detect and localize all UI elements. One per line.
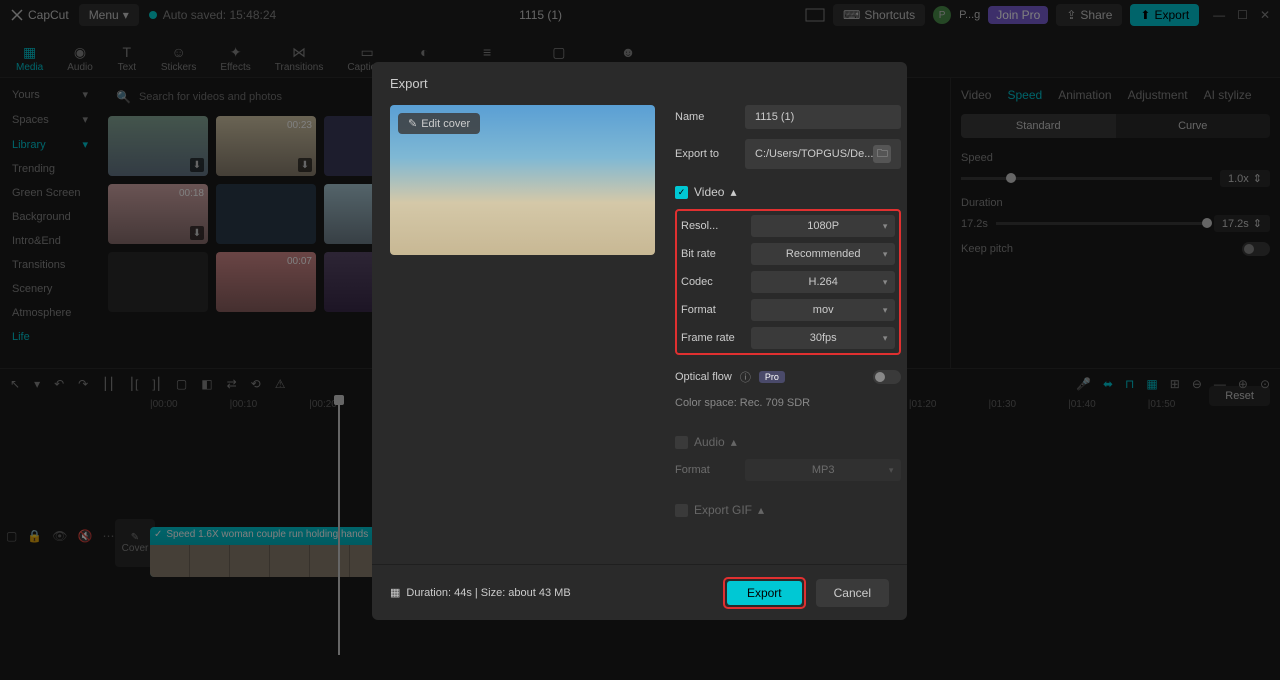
gif-checkbox[interactable] — [675, 504, 688, 517]
name-label: Name — [675, 111, 735, 123]
duration-info: ▦Duration: 44s | Size: about 43 MB — [390, 586, 571, 599]
info-icon[interactable]: ⓘ — [740, 369, 751, 385]
audio-checkbox[interactable] — [675, 436, 688, 449]
chevron-down-icon: ▾ — [883, 249, 888, 260]
chevron-up-icon: ▴ — [730, 185, 736, 199]
export-confirm-button[interactable]: Export — [727, 581, 802, 605]
video-settings-highlight: Resol... 1080P▾ Bit rate Recommended▾ Code… — [675, 209, 901, 355]
framerate-select[interactable]: 30fps▾ — [751, 327, 895, 349]
video-checkbox[interactable]: ✓ — [675, 186, 688, 199]
resolution-label: Resol... — [681, 220, 741, 232]
format-select[interactable]: mov▾ — [751, 299, 895, 321]
export-modal: Export ✎Edit cover Name 1115 (1) Export t… — [372, 62, 907, 620]
name-input[interactable]: 1115 (1) — [745, 105, 901, 129]
exportto-label: Export to — [675, 148, 735, 160]
codec-select[interactable]: H.264▾ — [751, 271, 895, 293]
chevron-down-icon: ▾ — [883, 277, 888, 288]
format-label: Format — [681, 304, 741, 316]
export-confirm-highlight: Export — [723, 577, 806, 609]
bitrate-select[interactable]: Recommended▾ — [751, 243, 895, 265]
chevron-up-icon: ▴ — [758, 503, 764, 517]
codec-label: Codec — [681, 276, 741, 288]
chevron-down-icon: ▾ — [883, 305, 888, 316]
opticalflow-toggle[interactable] — [873, 370, 901, 384]
pencil-icon: ✎ — [408, 117, 417, 130]
folder-icon[interactable]: 🗀 — [873, 145, 891, 163]
chevron-down-icon: ▾ — [883, 333, 888, 344]
bitrate-label: Bit rate — [681, 248, 741, 260]
resolution-select[interactable]: 1080P▾ — [751, 215, 895, 237]
chevron-down-icon: ▾ — [889, 465, 894, 476]
chevron-up-icon: ▴ — [731, 435, 737, 449]
video-section-header[interactable]: ✓Video▴ — [675, 185, 901, 199]
edit-cover-button[interactable]: ✎Edit cover — [398, 113, 480, 134]
pro-badge: Pro — [759, 371, 785, 383]
audio-format-label: Format — [675, 464, 735, 476]
modal-title: Export — [372, 62, 907, 105]
colorspace-text: Color space: Rec. 709 SDR — [675, 397, 901, 409]
cancel-button[interactable]: Cancel — [816, 579, 889, 607]
cover-preview: ✎Edit cover — [390, 105, 655, 255]
chevron-down-icon: ▾ — [883, 221, 888, 232]
gif-section-header[interactable]: Export GIF▴ — [675, 503, 901, 517]
film-icon: ▦ — [390, 586, 400, 599]
framerate-label: Frame rate — [681, 332, 741, 344]
audio-format-select: MP3▾ — [745, 459, 901, 481]
opticalflow-label: Optical flow — [675, 371, 732, 383]
audio-section-header[interactable]: Audio▴ — [675, 435, 901, 449]
exportto-input[interactable]: C:/Users/TOPGUS/De...🗀 — [745, 139, 901, 169]
